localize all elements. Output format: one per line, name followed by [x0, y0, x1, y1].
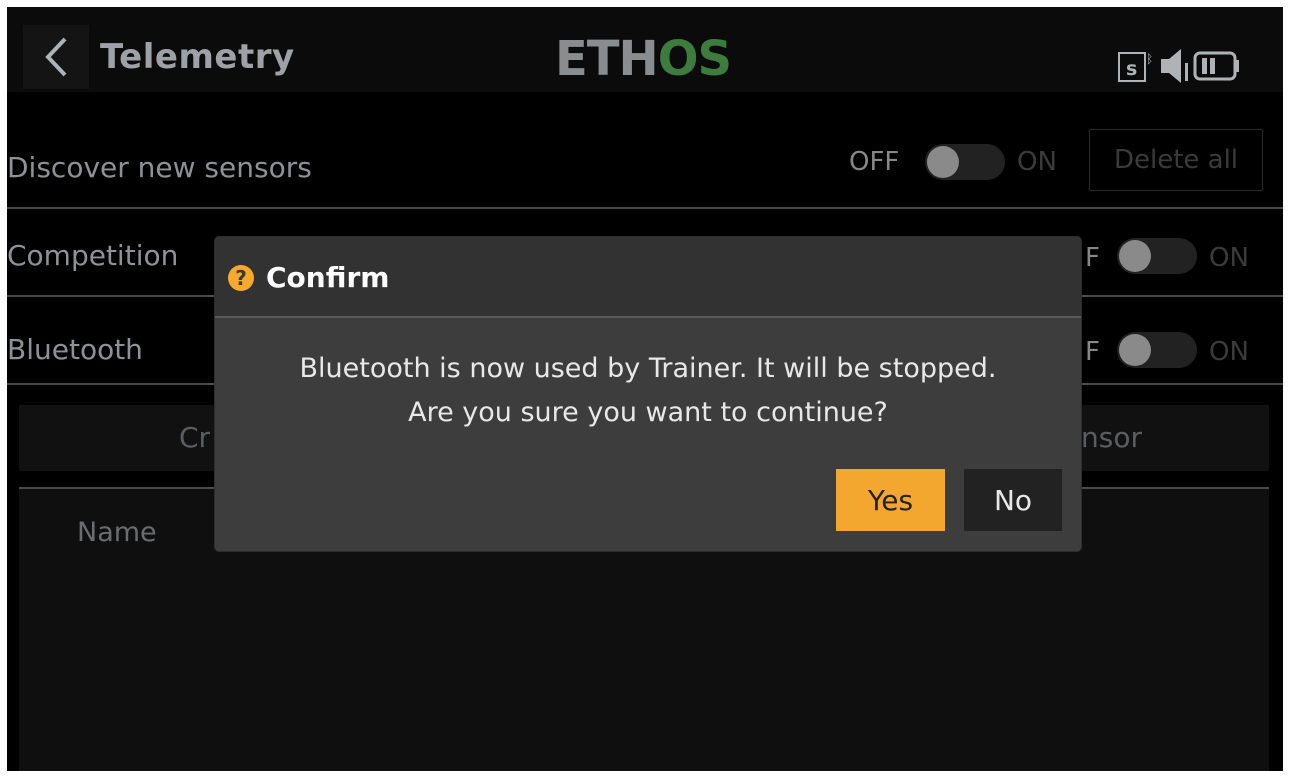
toggle-knob — [1119, 240, 1151, 272]
svg-text:ᛒ: ᛒ — [1146, 52, 1153, 66]
question-icon: ? — [228, 265, 254, 291]
ethos-logo: ETHOS — [555, 31, 732, 87]
bluetooth-toggle[interactable] — [1117, 332, 1197, 368]
battery-icon — [1193, 51, 1239, 81]
logo-part2: OS — [657, 31, 732, 87]
confirm-dialog: ? Confirm Bluetooth is now used by Train… — [215, 237, 1081, 551]
create-sensor-label: Cr — [179, 421, 211, 454]
sensor-label: nsor — [1081, 421, 1142, 454]
speaker-icon — [1161, 49, 1188, 83]
dialog-message: Bluetooth is now used by Trainer. It wil… — [215, 347, 1081, 435]
screen: Telemetry ETHOS s ᛒ Discover new sensors… — [7, 7, 1283, 771]
row-label: Bluetooth — [7, 333, 143, 366]
sd-card-bluetooth-icon: s ᛒ — [1118, 52, 1153, 82]
page-title: Telemetry — [100, 37, 295, 77]
toggle-knob — [1119, 334, 1151, 366]
row-label: Competition — [7, 239, 179, 272]
toggle-off-label: F — [1085, 337, 1100, 367]
back-chevron-icon — [45, 37, 67, 77]
toggle-on-label: ON — [1017, 147, 1057, 177]
back-button[interactable] — [23, 25, 89, 89]
toggle-on-label: ON — [1209, 243, 1249, 273]
no-button[interactable]: No — [964, 469, 1062, 531]
dialog-message-line1: Bluetooth is now used by Trainer. It wil… — [299, 353, 997, 384]
toggle-off-label: OFF — [849, 147, 900, 177]
delete-all-button[interactable]: Delete all — [1089, 129, 1263, 191]
dialog-title: Confirm — [266, 261, 390, 294]
dialog-message-line2: Are you sure you want to continue? — [408, 397, 888, 428]
competition-toggle[interactable] — [1117, 238, 1197, 274]
toggle-on-label: ON — [1209, 337, 1249, 367]
dialog-header: ? Confirm — [215, 237, 1081, 318]
status-icons: s ᛒ — [1118, 49, 1239, 83]
header-bar: Telemetry ETHOS s ᛒ — [7, 7, 1283, 92]
svg-text:s: s — [1126, 58, 1137, 80]
row-label: Discover new sensors — [7, 151, 312, 184]
yes-button[interactable]: Yes — [836, 469, 945, 531]
column-header-name: Name — [77, 517, 157, 548]
toggle-off-label: F — [1085, 243, 1100, 273]
discover-sensors-toggle[interactable] — [925, 144, 1005, 180]
toggle-knob — [927, 146, 959, 178]
logo-part1: ETH — [555, 31, 659, 87]
